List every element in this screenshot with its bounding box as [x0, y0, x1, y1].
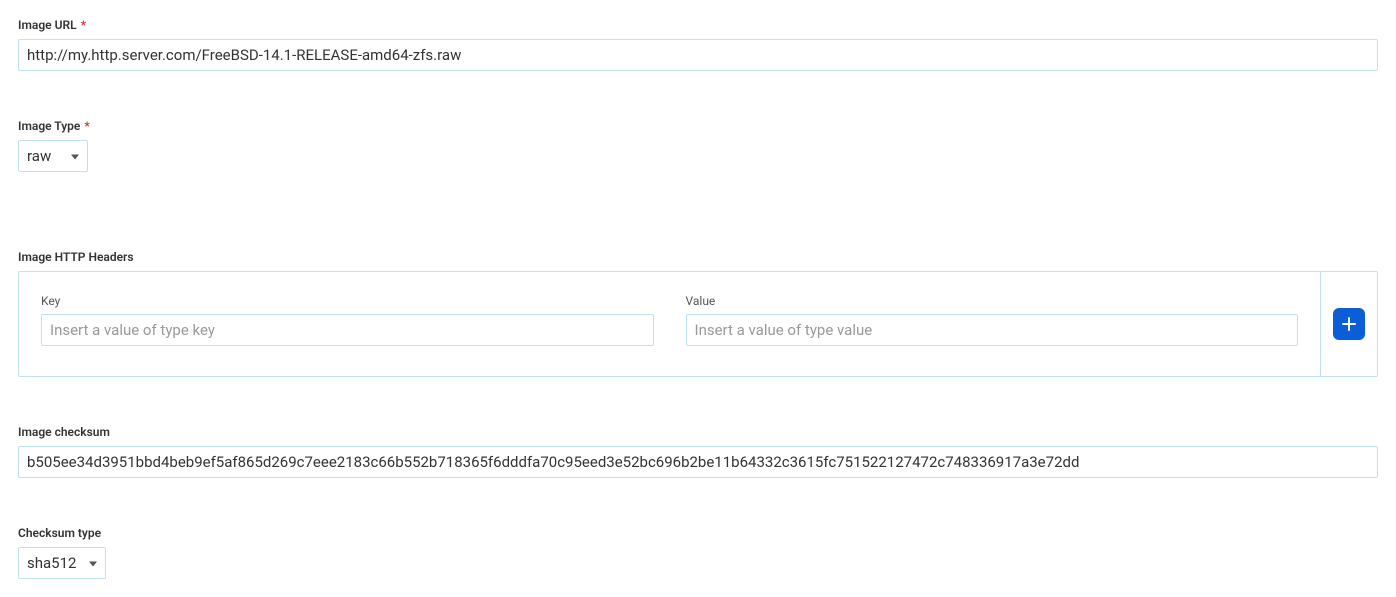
label-text: Image Type: [18, 119, 80, 133]
http-headers-add-area: [1320, 272, 1377, 376]
checksum-type-label: Checksum type: [18, 526, 1378, 540]
plus-icon: [1341, 316, 1357, 332]
header-value-col: Value: [686, 294, 1299, 346]
checksum-type-select[interactable]: sha512: [18, 547, 106, 579]
required-indicator: *: [84, 119, 89, 133]
header-value-label: Value: [686, 294, 1299, 308]
image-url-input[interactable]: [18, 39, 1378, 71]
add-header-button[interactable]: [1333, 308, 1365, 340]
checksum-label: Image checksum: [18, 425, 1378, 439]
http-headers-label: Image HTTP Headers: [18, 250, 1378, 264]
image-type-label: Image Type *: [18, 119, 1378, 133]
required-indicator: *: [81, 18, 86, 32]
http-headers-fields: Key Value: [19, 272, 1320, 376]
header-key-col: Key: [41, 294, 654, 346]
image-type-select[interactable]: raw: [18, 140, 88, 172]
http-headers-box: Key Value: [18, 271, 1378, 377]
checksum-input[interactable]: [18, 446, 1378, 478]
header-key-label: Key: [41, 294, 654, 308]
label-text: Image URL: [18, 18, 77, 32]
header-value-input[interactable]: [686, 314, 1299, 346]
header-key-input[interactable]: [41, 314, 654, 346]
image-url-label: Image URL *: [18, 18, 1378, 32]
